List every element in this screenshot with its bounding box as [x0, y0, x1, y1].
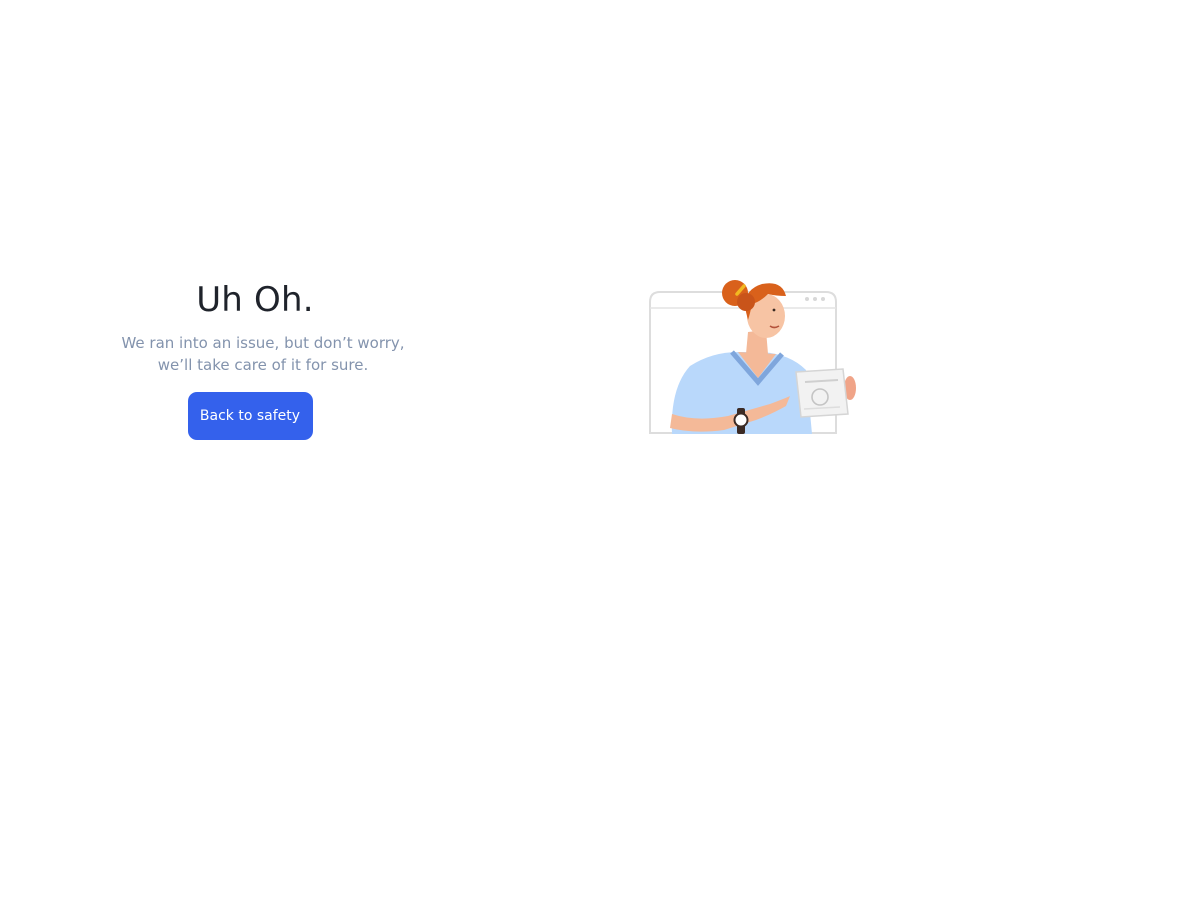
error-message-line-1: We ran into an issue, but don’t worry, [121, 334, 405, 352]
error-message-line-2: we’ll take care of it for sure. [157, 356, 369, 374]
back-to-safety-button[interactable]: Back to safety [187, 392, 313, 440]
error-page: Uh Oh. We ran into an issue, but don’t w… [0, 0, 1186, 914]
error-message: We ran into an issue, but don’t worry, w… [110, 332, 416, 376]
page-title: Uh Oh. [196, 280, 314, 320]
document-card-icon [795, 368, 849, 418]
error-content: Uh Oh. We ran into an issue, but don’t w… [110, 276, 416, 440]
support-person-illustration [649, 280, 856, 434]
